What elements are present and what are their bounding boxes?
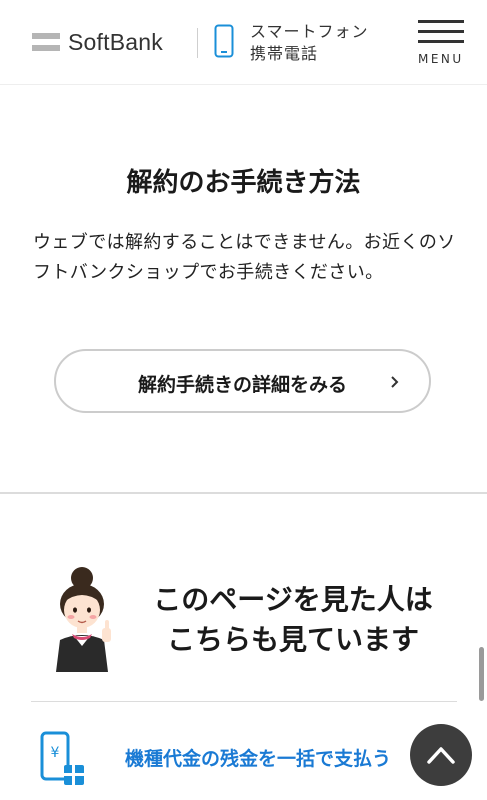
smartphone-yen-payment-icon: ¥ <box>40 731 84 785</box>
category-label[interactable]: スマートフォン 携帯電話 <box>250 21 369 65</box>
category-line-2: 携帯電話 <box>250 44 319 63</box>
related-heading-line-2: こちらも見ています <box>166 623 419 656</box>
list-divider <box>31 701 457 702</box>
chevron-right-icon <box>391 376 399 388</box>
cancellation-details-label: 解約手続きの詳細をみる <box>137 374 347 396</box>
back-to-top-button[interactable] <box>410 724 472 786</box>
site-header: SoftBank スマートフォン 携帯電話 MENU <box>0 0 487 85</box>
logo-mark <box>32 32 60 52</box>
section-divider <box>0 492 487 494</box>
softbank-logo[interactable]: SoftBank <box>32 28 163 55</box>
cancellation-details-button[interactable]: 解約手続きの詳細をみる <box>54 349 431 413</box>
menu-button[interactable]: MENU <box>418 20 466 68</box>
scrollbar[interactable] <box>479 647 484 701</box>
cancellation-description: ウェブでは解約することはできません。お近くのソフトバンクショップでお手続きくださ… <box>33 232 456 283</box>
section-title: 解約のお手続き方法 <box>126 168 361 198</box>
related-heading: このページを見た人は こちらも見ています <box>133 580 453 660</box>
phone-icon <box>214 24 234 58</box>
category-line-1: スマートフォン <box>250 22 369 41</box>
related-heading-line-1: このページを見た人は <box>153 583 433 616</box>
svg-text:¥: ¥ <box>51 745 60 761</box>
mascot-illustration <box>56 567 111 672</box>
menu-label: MENU <box>418 52 464 66</box>
header-divider <box>197 28 198 58</box>
hamburger-menu-icon <box>418 20 464 23</box>
logo-text: SoftBank <box>68 28 163 55</box>
chevron-up-icon <box>427 747 455 764</box>
related-link-lump-sum-payment[interactable]: 機種代金の残金を一括で支払う <box>125 744 391 771</box>
